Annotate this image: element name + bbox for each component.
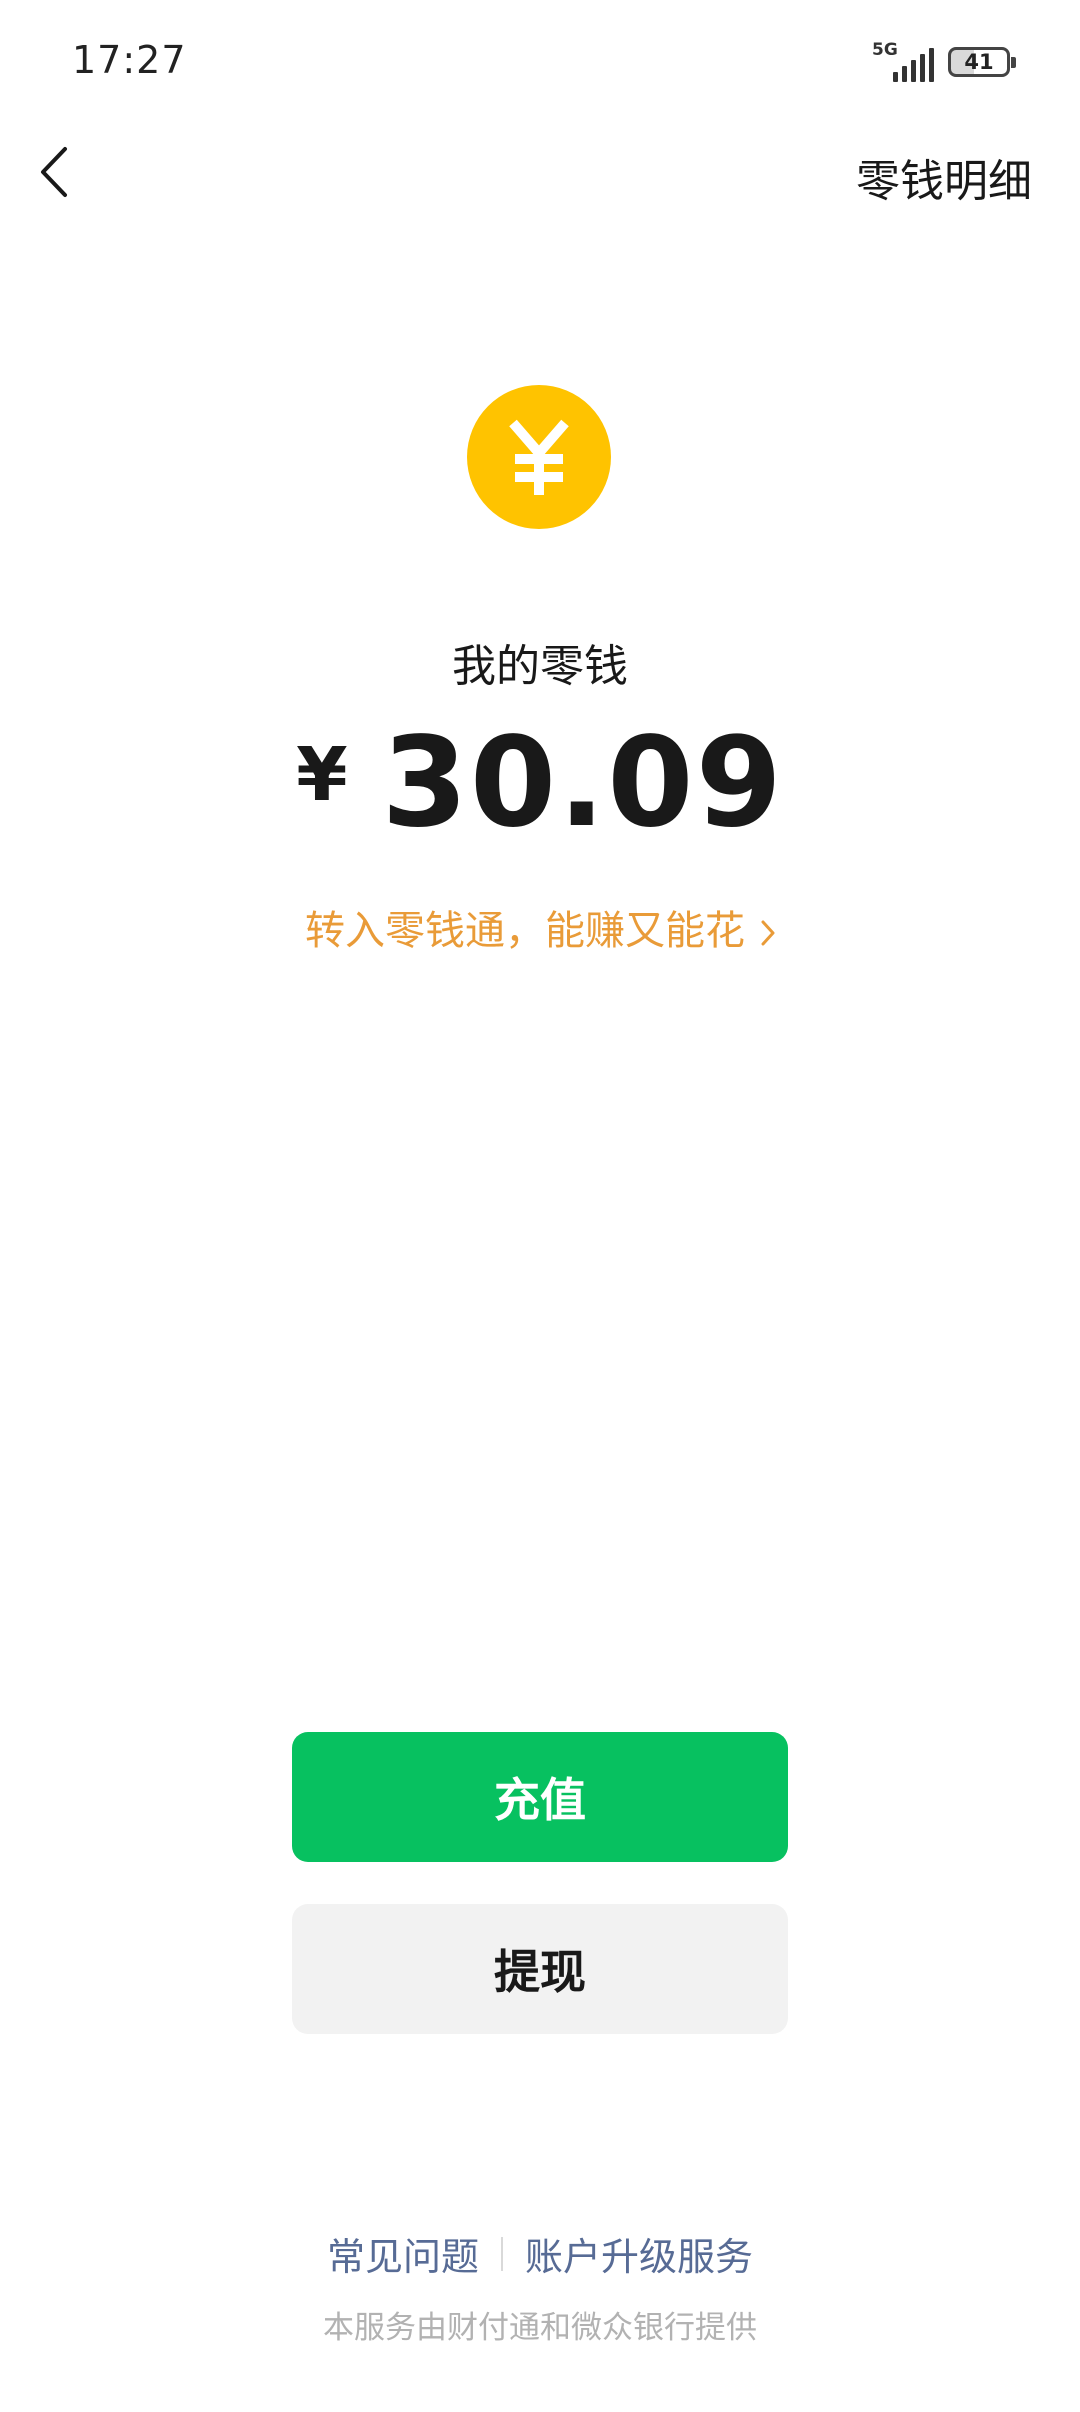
status-bar: 17:27 5G 41 bbox=[0, 0, 1080, 125]
status-indicators: 5G 41 bbox=[872, 40, 1016, 84]
cellular-signal-icon: 5G bbox=[872, 40, 934, 82]
battery-level: 41 bbox=[964, 50, 994, 74]
balance-details-link[interactable]: 零钱明细 bbox=[856, 145, 1032, 209]
service-provider-note: 本服务由财付通和微众银行提供 bbox=[323, 2310, 757, 2346]
signal-bar bbox=[929, 48, 934, 82]
currency-symbol: ¥ bbox=[296, 732, 348, 818]
promo-text: 转入零钱通，能赚又能花 bbox=[305, 908, 745, 954]
chevron-right-icon bbox=[761, 910, 775, 956]
recharge-button[interactable]: 充值 bbox=[292, 1732, 788, 1862]
signal-bars bbox=[893, 48, 934, 82]
chevron-left-icon bbox=[41, 147, 67, 197]
signal-bar bbox=[920, 54, 925, 82]
signal-bar bbox=[893, 72, 898, 82]
wallet-balance-page: 17:27 5G 41 零钱明细 我的零钱 ¥ 30.09 转入零钱通，能赚又能… bbox=[0, 0, 1080, 2412]
withdraw-button[interactable]: 提现 bbox=[292, 1904, 788, 2034]
balance-amount-row: ¥ 30.09 bbox=[0, 718, 1080, 848]
yuan-symbol-icon bbox=[509, 419, 569, 495]
balance-label: 我的零钱 bbox=[452, 641, 628, 692]
faq-link[interactable]: 常见问题 bbox=[327, 2226, 479, 2281]
footer-divider bbox=[501, 2236, 503, 2271]
status-time: 17:27 bbox=[72, 38, 187, 82]
lingqiantong-promo-link[interactable]: 转入零钱通，能赚又能花 bbox=[0, 898, 1080, 956]
signal-bar bbox=[911, 60, 916, 82]
battery-icon: 41 bbox=[948, 47, 1016, 77]
account-upgrade-link[interactable]: 账户升级服务 bbox=[525, 2226, 753, 2281]
footer-links: 常见问题 账户升级服务 bbox=[0, 2226, 1080, 2281]
yuan-coin-icon bbox=[467, 385, 611, 529]
balance-amount: 30.09 bbox=[381, 711, 784, 855]
signal-bar bbox=[902, 66, 907, 82]
back-button[interactable] bbox=[26, 140, 82, 204]
